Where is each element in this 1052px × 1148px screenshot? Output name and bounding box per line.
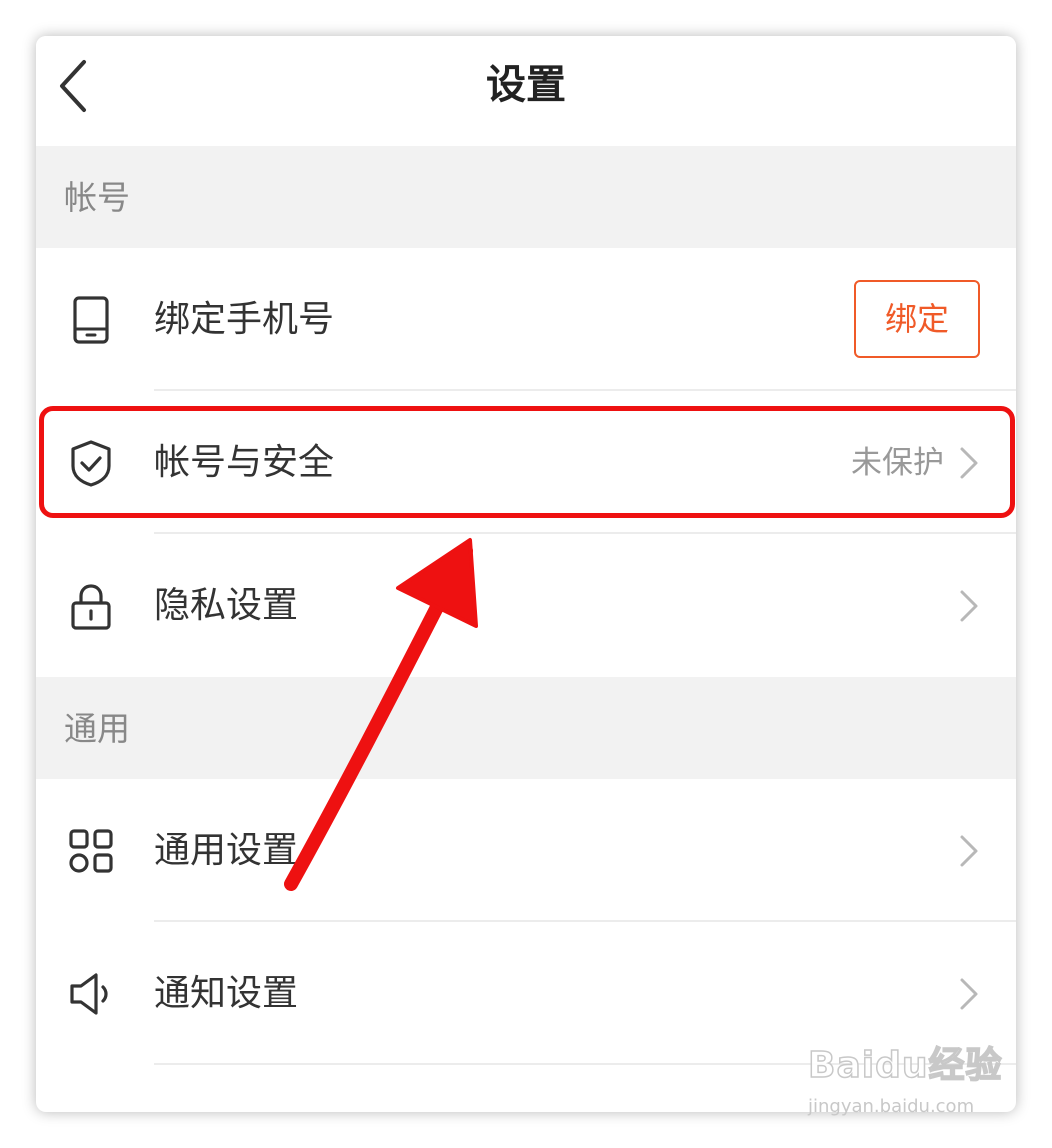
section-header-general: 通用 [36,677,1016,779]
section-header-account: 帐号 [36,146,1016,248]
settings-screen: 设置 帐号 绑定手机号 绑定 帐号与安全 未保护 隐私设置 通用 通用设置 通知… [36,36,1016,1112]
chevron-right-icon [960,835,978,867]
settings-row-label: 帐号与安全 [154,442,335,483]
row-divider [154,1063,1016,1065]
settings-row-label: 绑定手机号 [154,299,335,340]
section-title: 通用 [64,709,130,748]
chevron-right-icon [960,978,978,1010]
page-title: 设置 [486,62,566,108]
settings-row-notification[interactable]: 通知设置 [36,922,1016,1065]
shield-check-icon [71,440,111,487]
nav-bar: 设置 [36,36,1016,146]
settings-row-account-security[interactable]: 帐号与安全 未保护 [36,391,1016,534]
settings-row-label: 隐私设置 [154,585,299,626]
settings-row-general[interactable]: 通用设置 [36,779,1016,922]
lock-icon [71,584,111,630]
speaker-icon [70,973,108,1015]
settings-row-label: 通用设置 [154,830,299,871]
settings-row-bind-phone[interactable]: 绑定手机号 绑定 [36,248,1016,391]
protection-status: 未保护 [851,445,944,481]
chevron-right-icon [960,590,978,622]
bind-button[interactable]: 绑定 [854,280,980,358]
section-title: 帐号 [64,178,130,217]
grid-icon [69,829,113,873]
settings-row-label: 通知设置 [154,973,299,1014]
chevron-right-icon [960,447,978,479]
settings-row-privacy[interactable]: 隐私设置 [36,534,1016,677]
phone-icon [73,296,109,344]
